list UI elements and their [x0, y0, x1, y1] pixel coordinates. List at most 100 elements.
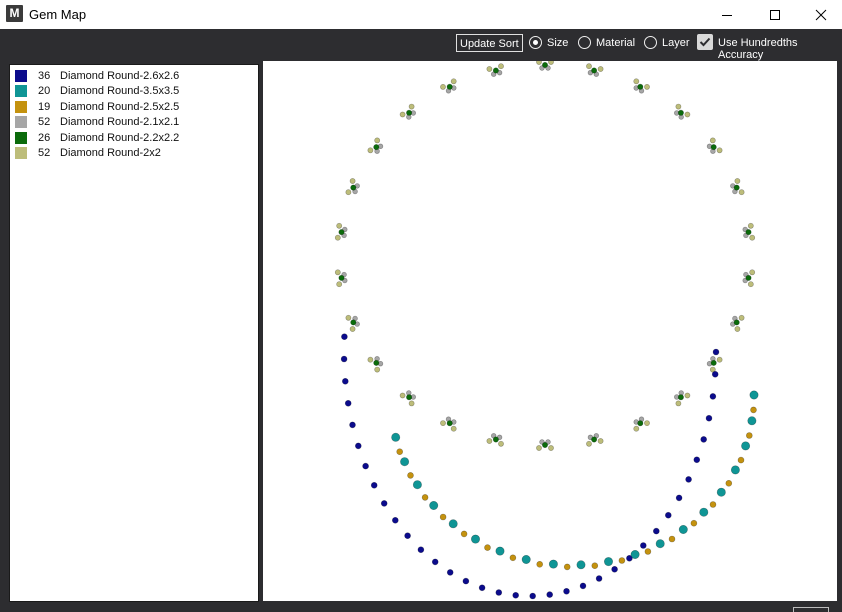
- gem-2.6x2.6[interactable]: [705, 414, 713, 422]
- gem-2x2[interactable]: [633, 78, 640, 85]
- sort-material-radio[interactable]: [578, 36, 591, 49]
- gem-2x2[interactable]: [486, 438, 493, 444]
- gem-2.2x2.2[interactable]: [492, 67, 499, 74]
- gem-2.6x2.6[interactable]: [711, 370, 719, 378]
- gem-2.2x2.2[interactable]: [446, 83, 453, 90]
- gem-2.2x2.2[interactable]: [677, 394, 684, 401]
- legend-item[interactable]: 52 Diamond Round-2.1x2.1: [15, 115, 179, 129]
- gem-3.5x3.5[interactable]: [678, 524, 688, 534]
- gem-2x2[interactable]: [440, 83, 446, 90]
- gem-2.5x2.5[interactable]: [737, 456, 745, 464]
- gem-3.5x3.5[interactable]: [730, 465, 740, 475]
- gem-2x2[interactable]: [440, 420, 446, 426]
- gem-2x2[interactable]: [345, 189, 352, 196]
- gem-2x2[interactable]: [334, 234, 341, 241]
- gem-2x2[interactable]: [450, 78, 457, 85]
- gem-2.5x2.5[interactable]: [618, 557, 626, 564]
- gem-2x2[interactable]: [450, 425, 457, 432]
- gem-2.6x2.6[interactable]: [639, 542, 647, 549]
- gem-2.5x2.5[interactable]: [750, 406, 757, 414]
- gem-3.5x3.5[interactable]: [699, 507, 709, 517]
- gem-2x2[interactable]: [374, 137, 381, 144]
- gem-2x2[interactable]: [345, 314, 352, 321]
- gem-map-canvas[interactable]: [263, 59, 837, 601]
- gem-2.5x2.5[interactable]: [407, 472, 414, 479]
- legend-item[interactable]: 19 Diamond Round-2.5x2.5: [15, 100, 179, 114]
- gem-3.5x3.5[interactable]: [412, 480, 422, 490]
- gem-2.2x2.2[interactable]: [338, 274, 345, 281]
- gem-2.6x2.6[interactable]: [462, 577, 470, 585]
- gem-2.5x2.5[interactable]: [460, 530, 468, 538]
- gem-2.5x2.5[interactable]: [396, 448, 403, 456]
- gem-2x2[interactable]: [486, 66, 493, 72]
- gem-2x2[interactable]: [716, 147, 723, 154]
- gem-2.6x2.6[interactable]: [392, 516, 399, 524]
- gem-2.5x2.5[interactable]: [690, 519, 698, 527]
- gem-3.5x3.5[interactable]: [471, 534, 481, 544]
- gem-2x2[interactable]: [749, 269, 756, 276]
- gem-2.2x2.2[interactable]: [733, 319, 740, 326]
- gem-2.5x2.5[interactable]: [563, 563, 571, 571]
- gem-2.5x2.5[interactable]: [745, 432, 753, 439]
- gem-2x2[interactable]: [399, 111, 406, 118]
- gem-2.6x2.6[interactable]: [664, 511, 672, 519]
- close-button[interactable]: [798, 0, 842, 29]
- gem-2.6x2.6[interactable]: [380, 500, 388, 507]
- gem-2x2[interactable]: [374, 366, 381, 373]
- gem-2.2x2.2[interactable]: [373, 144, 380, 151]
- gem-2x2[interactable]: [336, 222, 343, 229]
- gem-2.6x2.6[interactable]: [579, 582, 587, 590]
- gem-3.5x3.5[interactable]: [747, 416, 757, 426]
- gem-2.6x2.6[interactable]: [355, 442, 362, 450]
- sort-layer-radio[interactable]: [644, 36, 657, 49]
- gem-2.5x2.5[interactable]: [484, 544, 491, 551]
- gem-2x2[interactable]: [367, 356, 374, 363]
- gem-2.2x2.2[interactable]: [710, 144, 717, 151]
- gem-2.2x2.2[interactable]: [745, 229, 752, 236]
- gem-2x2[interactable]: [408, 400, 415, 407]
- gem-2.2x2.2[interactable]: [541, 61, 548, 69]
- gem-2.6x2.6[interactable]: [652, 527, 660, 535]
- gem-2x2[interactable]: [734, 326, 741, 332]
- gem-3.5x3.5[interactable]: [603, 557, 613, 567]
- gem-2x2[interactable]: [536, 59, 542, 65]
- gem-2.6x2.6[interactable]: [563, 587, 570, 595]
- gem-2.2x2.2[interactable]: [492, 436, 499, 443]
- gem-2x2[interactable]: [408, 103, 415, 110]
- gem-2.2x2.2[interactable]: [745, 274, 752, 281]
- gem-2.6x2.6[interactable]: [340, 355, 348, 363]
- gem-2.6x2.6[interactable]: [611, 565, 618, 573]
- gem-2x2[interactable]: [747, 281, 754, 288]
- gem-3.5x3.5[interactable]: [655, 539, 665, 549]
- gem-2x2[interactable]: [548, 59, 554, 65]
- gem-2.6x2.6[interactable]: [693, 456, 701, 464]
- gem-2.6x2.6[interactable]: [595, 575, 603, 582]
- gem-2.5x2.5[interactable]: [591, 562, 599, 570]
- hundredths-checkbox[interactable]: [697, 34, 713, 50]
- gem-2.6x2.6[interactable]: [478, 584, 486, 592]
- gem-2.6x2.6[interactable]: [700, 436, 708, 443]
- gem-2.6x2.6[interactable]: [446, 569, 454, 576]
- gem-3.5x3.5[interactable]: [630, 549, 640, 559]
- gem-2.6x2.6[interactable]: [512, 591, 519, 599]
- gem-2.6x2.6[interactable]: [709, 393, 717, 400]
- gem-2.2x2.2[interactable]: [338, 229, 345, 236]
- gem-2.2x2.2[interactable]: [710, 359, 717, 366]
- gem-3.5x3.5[interactable]: [749, 390, 759, 400]
- gem-2x2[interactable]: [747, 222, 754, 229]
- legend-item[interactable]: 36 Diamond Round-2.6x2.6: [15, 69, 179, 83]
- minimize-button[interactable]: [704, 0, 750, 29]
- gem-2x2[interactable]: [498, 63, 504, 70]
- gem-3.5x3.5[interactable]: [741, 441, 751, 451]
- sort-size-radio[interactable]: [529, 36, 542, 49]
- gem-2x2[interactable]: [367, 147, 374, 154]
- gem-2x2[interactable]: [738, 189, 745, 196]
- gem-2x2[interactable]: [684, 392, 691, 399]
- gem-2.2x2.2[interactable]: [541, 441, 548, 448]
- gem-2.2x2.2[interactable]: [591, 436, 598, 443]
- gem-2.6x2.6[interactable]: [685, 476, 692, 483]
- gem-2.6x2.6[interactable]: [546, 591, 554, 598]
- gem-2.2x2.2[interactable]: [406, 394, 413, 401]
- gem-2.2x2.2[interactable]: [591, 67, 598, 74]
- gem-3.5x3.5[interactable]: [400, 457, 410, 467]
